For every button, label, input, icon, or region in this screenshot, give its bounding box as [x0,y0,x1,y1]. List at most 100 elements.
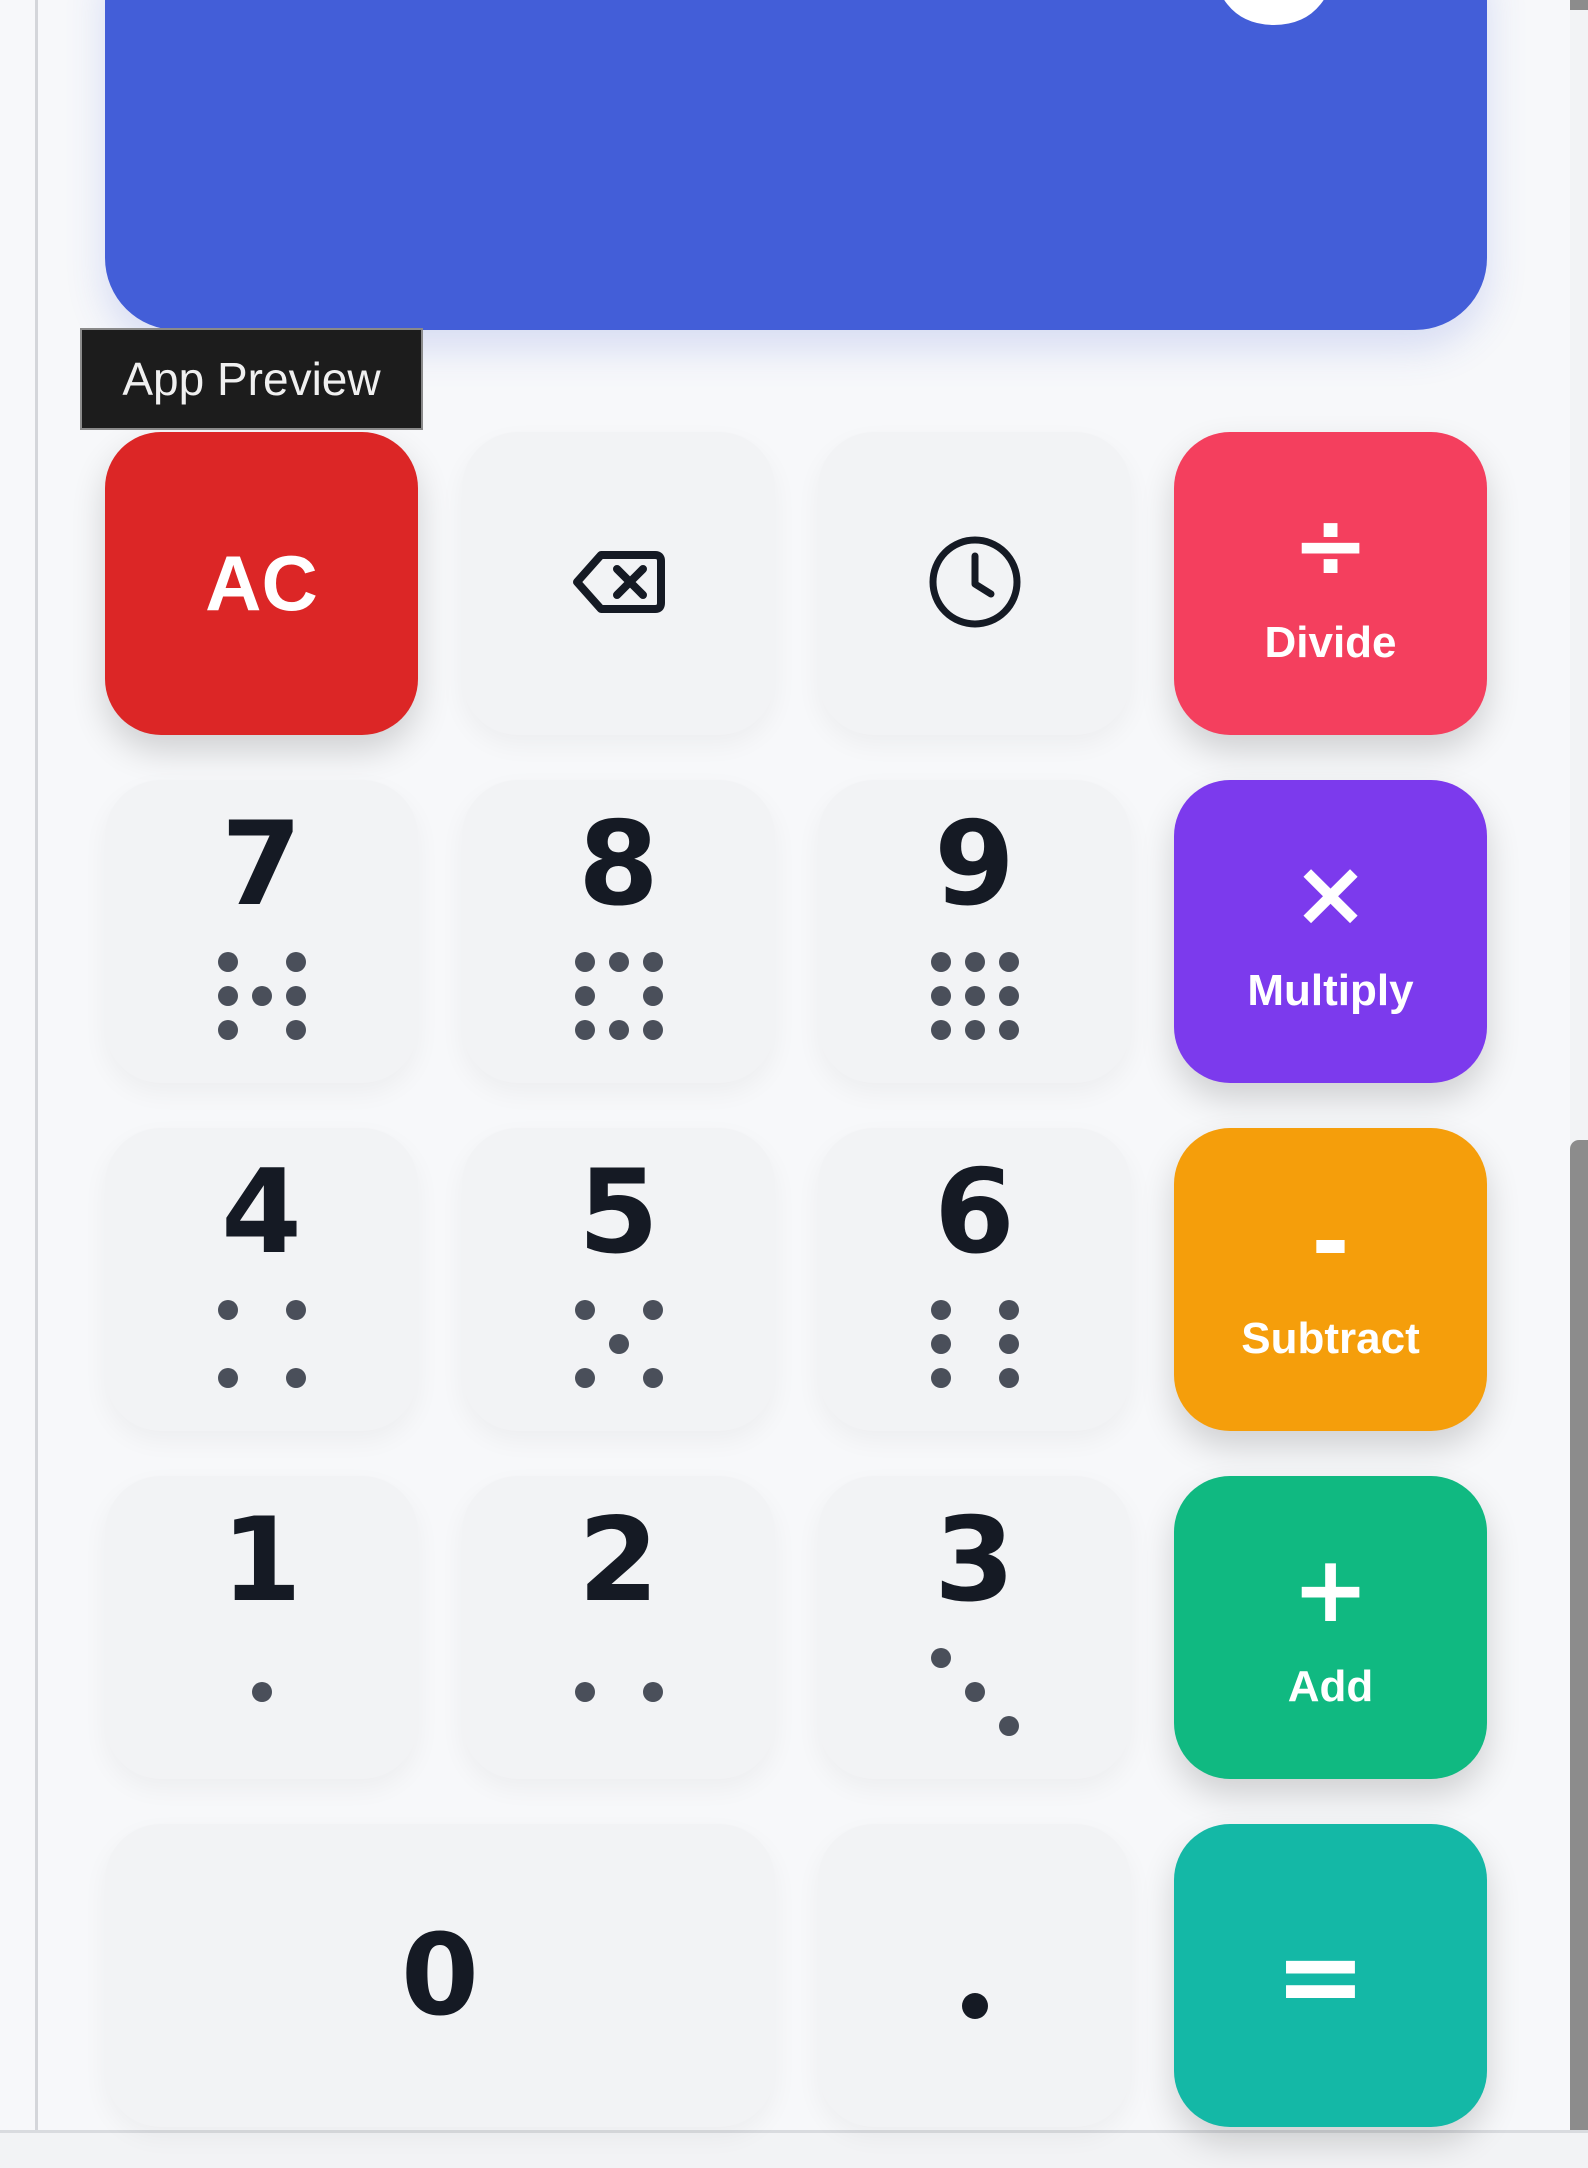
braille-dot [998,1333,1019,1354]
scrollbar-thumb[interactable] [1570,1140,1588,2130]
braille-dot [930,1333,951,1354]
braille-dot [609,986,629,1006]
braille-dot [609,1716,629,1736]
braille-icon [568,1641,670,1743]
multiply-button[interactable]: × Multiply [1174,780,1487,1083]
braille-dot [964,951,985,972]
braille-dot [252,1368,272,1388]
braille-dot [574,1299,595,1320]
braille-dot [252,1716,272,1736]
digit-2-button[interactable]: 2 [462,1476,775,1779]
braille-dot [965,1368,985,1388]
digit-9-button[interactable]: 9 [818,780,1131,1083]
braille-dot [609,1368,629,1388]
equals-button[interactable]: = [1174,1824,1487,2127]
braille-dot [609,1648,629,1668]
digit-label: 7 [221,796,302,932]
braille-dot [218,1682,238,1702]
clear-button[interactable]: AC [105,432,418,735]
braille-dot [251,1681,272,1702]
braille-dot [252,1020,272,1040]
braille-dot [218,1716,238,1736]
braille-dot [643,1334,663,1354]
braille-dot [217,985,238,1006]
braille-dot [218,1334,238,1354]
braille-dot [574,1367,595,1388]
scrollbar-arrow[interactable] [1570,0,1588,10]
digit-8-button[interactable]: 8 [462,780,775,1083]
digit-label: 5 [578,1144,659,1280]
braille-dot [286,1682,306,1702]
braille-dot [998,1299,1019,1320]
clock-icon [927,534,1023,634]
braille-dot [930,1019,951,1040]
digit-4-button[interactable]: 4 [105,1128,418,1431]
braille-dot [217,1367,238,1388]
braille-dot [930,1367,951,1388]
braille-dot [931,1682,951,1702]
braille-dot [285,1299,306,1320]
braille-icon [924,1293,1026,1395]
braille-dot [285,1367,306,1388]
digit-7-button[interactable]: 7 [105,780,418,1083]
braille-dot [642,985,663,1006]
history-button[interactable] [818,432,1131,735]
braille-dot [609,1682,629,1702]
braille-dot [286,1334,306,1354]
braille-dot [643,1648,663,1668]
braille-dot [930,951,951,972]
braille-dot [252,952,272,972]
equals-icon: = [1274,1911,1367,2040]
braille-dot [964,1681,985,1702]
braille-dot [217,1019,238,1040]
backspace-button[interactable] [462,432,775,735]
braille-dot [930,1647,951,1668]
braille-dot [252,1334,272,1354]
digit-0-button[interactable]: 0 [105,1824,775,2127]
digit-label: 3 [934,1492,1015,1628]
braille-dot [574,985,595,1006]
divide-button[interactable]: ÷ Divide [1174,432,1487,735]
braille-dot [285,1019,306,1040]
braille-dot [575,1648,595,1668]
braille-dot [930,985,951,1006]
braille-dot [965,1648,985,1668]
braille-dot [642,1681,663,1702]
braille-dot [965,1716,985,1736]
braille-icon [568,1293,670,1395]
decimal-button[interactable] [818,1824,1131,2127]
braille-icon [211,1293,313,1395]
braille-dot [251,985,272,1006]
braille-icon [211,1641,313,1743]
subtract-label: Subtract [1241,1313,1420,1363]
digit-3-button[interactable]: 3 [818,1476,1131,1779]
decimal-point-icon [961,1992,988,2019]
display-value: 0 [1201,0,1347,55]
multiply-icon: × [1291,839,1370,947]
braille-dot [286,1648,306,1668]
braille-dot [575,1716,595,1736]
add-button[interactable]: + Add [1174,1476,1487,1779]
divide-icon: ÷ [1291,491,1370,599]
braille-dot [252,1300,272,1320]
braille-dot [285,985,306,1006]
braille-dot [575,1334,595,1354]
braille-dot [608,1333,629,1354]
digit-1-button[interactable]: 1 [105,1476,418,1779]
braille-dot [999,1682,1019,1702]
multiply-label: Multiply [1247,965,1414,1015]
braille-dot [998,1715,1019,1736]
app-preview-tooltip: App Preview [80,328,423,430]
plus-icon: + [1291,1535,1370,1643]
subtract-button[interactable]: - Subtract [1174,1128,1487,1431]
braille-dot [218,1648,238,1668]
digit-label: 6 [934,1144,1015,1280]
digit-5-button[interactable]: 5 [462,1128,775,1431]
digit-label: 1 [221,1492,302,1628]
digit-6-button[interactable]: 6 [818,1128,1131,1431]
braille-dot [964,985,985,1006]
braille-dot [574,1681,595,1702]
preview-frame-bottom [0,2130,1588,2168]
braille-dot [252,1648,272,1668]
digit-label: 8 [578,796,659,932]
